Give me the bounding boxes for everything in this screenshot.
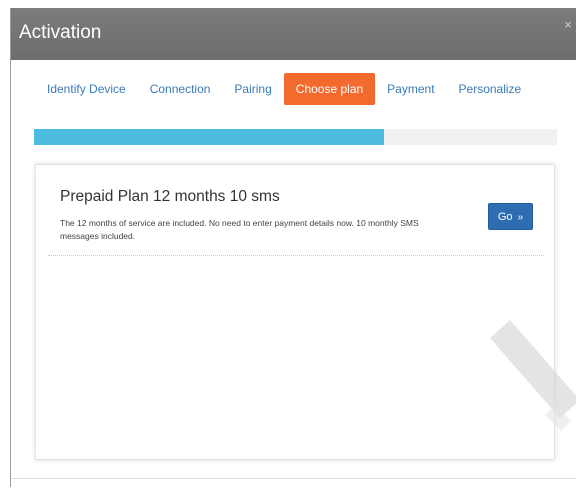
go-button-label: Go — [497, 211, 513, 223]
plan-title: Prepaid Plan 12 months 10 sms — [60, 188, 280, 205]
dialog-header: Activation × — [11, 8, 576, 60]
activation-dialog: Activation × Identify Device Connection … — [10, 8, 576, 487]
double-chevron-right-icon: » — [517, 212, 524, 223]
close-icon[interactable]: × — [561, 18, 575, 32]
dialog-title: Activation — [19, 22, 102, 43]
page-background — [0, 0, 576, 8]
progress-bar — [34, 129, 557, 145]
step-personalize[interactable]: Personalize — [447, 73, 534, 105]
step-payment[interactable]: Payment — [375, 73, 446, 105]
step-identify-device[interactable]: Identify Device — [35, 73, 138, 105]
dialog-footer-divider — [11, 478, 576, 487]
wizard-steps: Identify Device Connection Pairing Choos… — [35, 73, 533, 105]
plan-description: The 12 months of service are included. N… — [60, 218, 419, 241]
step-pairing[interactable]: Pairing — [222, 73, 283, 105]
plan-list-panel: Prepaid Plan 12 months 10 sms The 12 mon… — [35, 164, 555, 460]
go-button[interactable]: Go » — [488, 203, 533, 230]
step-choose-plan[interactable]: Choose plan — [283, 73, 376, 105]
progress-bar-fill — [34, 129, 385, 145]
step-connection[interactable]: Connection — [138, 73, 223, 105]
plan-item: Prepaid Plan 12 months 10 sms The 12 mon… — [48, 165, 544, 256]
